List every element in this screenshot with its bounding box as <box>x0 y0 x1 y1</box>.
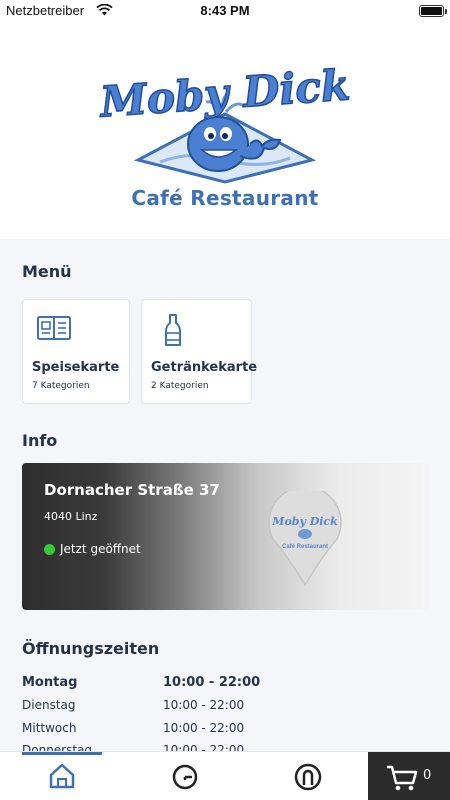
hours-day: Mittwoch <box>22 721 77 735</box>
pin-logo-subtitle: Café Restaurant <box>282 544 328 550</box>
pin-logo-title: Moby Dick <box>271 515 338 528</box>
menu-section-title: Menü <box>22 262 72 281</box>
menu-card-speisekarte[interactable]: Speisekarte 7 Kategorien <box>22 299 130 404</box>
map-pin-icon: Moby Dick Café Restaurant <box>268 491 342 587</box>
cart-icon <box>387 765 418 791</box>
tab-opening-hours[interactable] <box>145 752 225 800</box>
card-title: Speisekarte <box>32 360 120 375</box>
hours-time: 10:00 - 22:00 <box>163 698 245 712</box>
svg-text:Moby Dick: Moby Dick <box>97 60 352 126</box>
open-status-label: Jetzt geöffnet <box>60 542 141 556</box>
card-subtitle: 2 Kategorien <box>151 381 209 391</box>
bottle-icon <box>165 314 181 346</box>
info-card[interactable]: Dornacher Straße 37 4040 Linz Jetzt geöf… <box>22 463 429 610</box>
menu-card-getraenkekarte[interactable]: Getränkekarte 2 Kategorien <box>141 299 257 404</box>
card-title: Getränkekarte <box>151 360 258 375</box>
menu-card-icon <box>37 316 71 340</box>
tab-home[interactable] <box>22 752 102 800</box>
hours-time: 10:00 - 22:00 <box>163 721 245 735</box>
city: 4040 Linz <box>44 510 98 523</box>
battery-icon <box>419 5 447 17</box>
open-status-dot <box>44 544 55 555</box>
hours-section-title: Öffnungszeiten <box>22 639 160 658</box>
clock-icon <box>172 764 198 790</box>
header: Moby Dick Café Restaurant <box>0 22 450 239</box>
tab-bar: 0 <box>0 751 450 800</box>
home-icon <box>49 763 75 789</box>
cart-count: 0 <box>423 768 432 783</box>
card-subtitle: 7 Kategorien <box>32 381 90 391</box>
hours-row: Mittwoch 10:00 - 22:00 <box>22 721 352 743</box>
status-bar: Netzbetreiber 8:43 PM <box>0 0 450 22</box>
lock-icon <box>294 763 322 791</box>
address: Dornacher Straße 37 <box>44 481 220 499</box>
tab-cart[interactable]: 0 <box>368 752 450 800</box>
hours-time: 10:00 - 22:00 <box>163 675 261 690</box>
hours-day: Dienstag <box>22 698 76 712</box>
info-section-title: Info <box>22 431 58 450</box>
logo-subtitle: Café Restaurant <box>131 186 319 210</box>
hours-day: Montag <box>22 675 78 690</box>
hours-row-today: Montag 10:00 - 22:00 <box>22 675 352 697</box>
hours-row: Dienstag 10:00 - 22:00 <box>22 698 352 720</box>
logo-title: Moby Dick <box>96 60 352 128</box>
status-time: 8:43 PM <box>200 3 250 18</box>
tab-account[interactable] <box>268 752 348 800</box>
